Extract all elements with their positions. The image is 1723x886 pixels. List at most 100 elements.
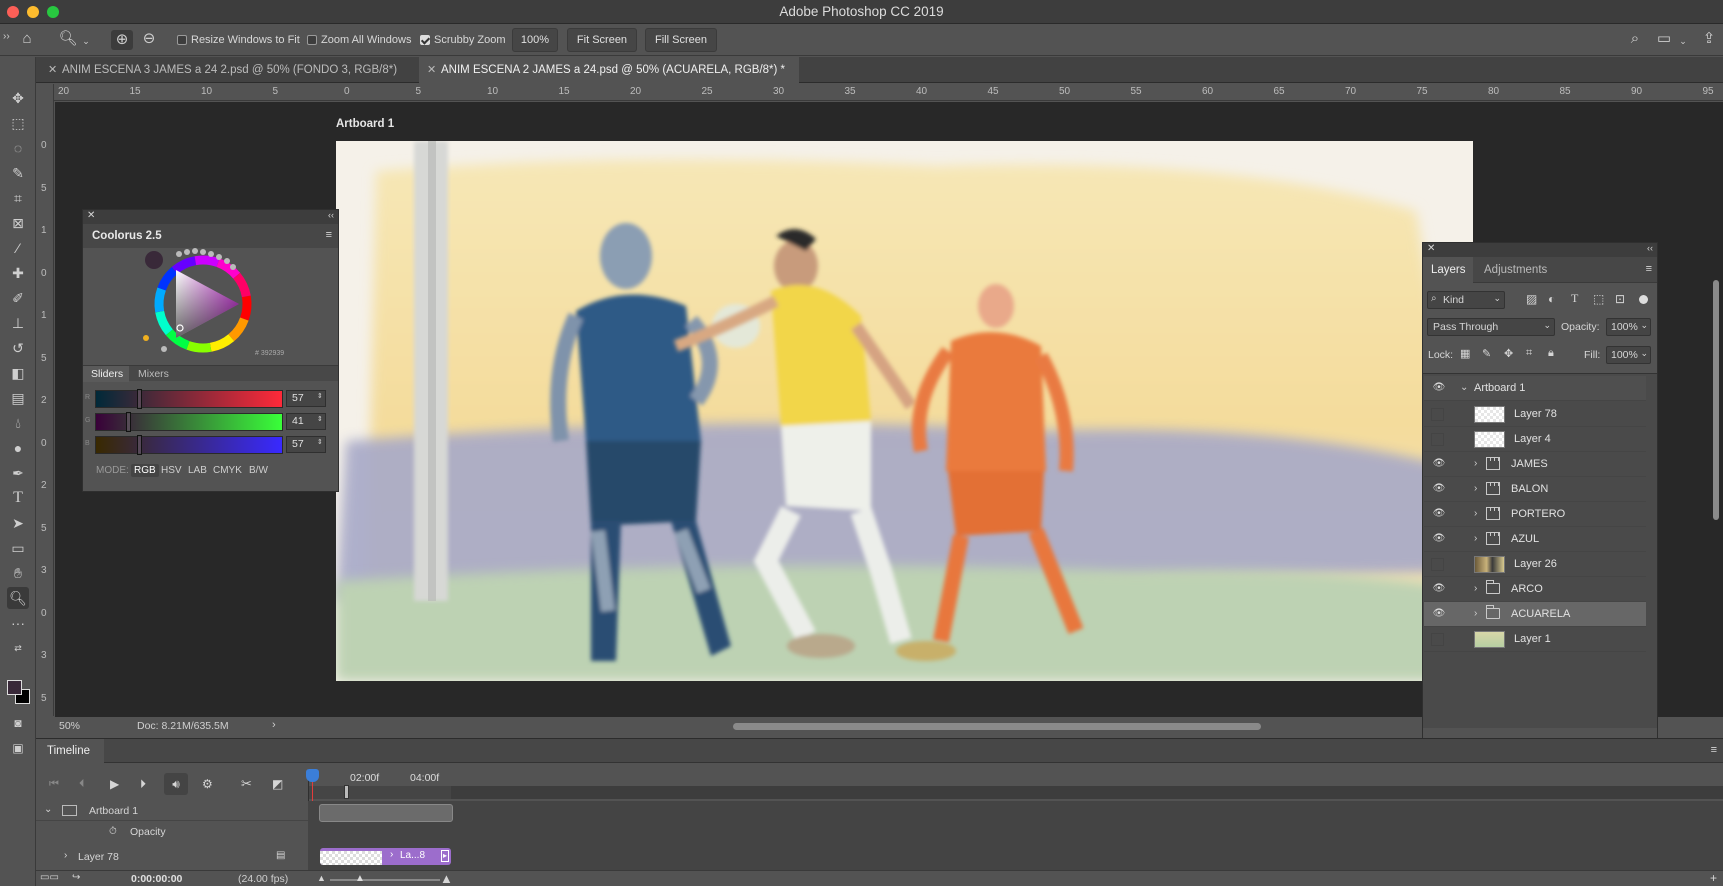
chevron-down-icon[interactable]: ⌄ <box>1460 382 1468 393</box>
chevron-right-icon[interactable]: › <box>1474 458 1477 469</box>
blur-tool-icon[interactable]: 💧︎ <box>7 412 29 434</box>
gradient-tool-icon[interactable]: ▤ <box>7 387 29 409</box>
stepper-b-icon[interactable]: ⇕ <box>317 438 323 446</box>
collapse-panel-icon[interactable]: ‹‹ <box>328 210 334 220</box>
tab-document-escena-2[interactable]: ✕ ANIM ESCENA 2 JAMES a 24.psd @ 50% (AC… <box>419 57 799 83</box>
mode-hsv[interactable]: HSV <box>158 464 185 477</box>
minimize-window-button[interactable] <box>27 6 39 18</box>
visibility-eye-icon[interactable]: 👁︎ <box>1432 382 1446 395</box>
layer-row-portero[interactable]: 👁︎ › PORTERO <box>1424 502 1646 527</box>
visibility-toggle[interactable] <box>1431 558 1444 571</box>
coolorus-panel-header[interactable]: ✕ ‹‹ <box>83 210 338 224</box>
artboard-label[interactable]: Artboard 1 <box>336 118 394 130</box>
visibility-toggle[interactable] <box>1431 433 1444 446</box>
transition-icon[interactable]: ◩ <box>272 777 283 791</box>
next-frame-icon[interactable]: ⏵ <box>140 777 146 792</box>
horizontal-scrollbar[interactable] <box>733 723 1261 730</box>
layers-panel-header[interactable]: ✕ ‹‹ <box>1423 243 1657 257</box>
screen-mode-icon[interactable]: ▣ <box>7 737 29 759</box>
workspace-icon[interactable]: ▭ <box>1654 30 1674 48</box>
history-brush-icon[interactable]: ↺ <box>7 337 29 359</box>
zoom-value-field[interactable]: 100% <box>512 28 558 52</box>
play-icon[interactable]: ▶ <box>110 777 119 791</box>
track-layer-78[interactable]: › Layer 78 ▤ <box>36 845 308 865</box>
eraser-tool-icon[interactable]: ◧ <box>7 362 29 384</box>
render-video-icon[interactable]: ↪ <box>72 872 80 883</box>
filter-smart-object-icon[interactable]: ⊡ <box>1615 292 1625 306</box>
tab-adjustments[interactable]: Adjustments <box>1484 264 1547 276</box>
tab-sliders[interactable]: Sliders <box>83 366 129 382</box>
workspace-chevron-icon[interactable]: ⌄ <box>1678 32 1688 50</box>
stopwatch-icon[interactable]: ⏱ <box>109 826 117 837</box>
scrubby-zoom-option[interactable]: Scrubby Zoom <box>420 32 506 48</box>
close-tab-icon[interactable]: ✕ <box>48 57 57 83</box>
chevron-right-icon[interactable]: › <box>1474 533 1477 544</box>
scrubby-zoom-checkbox[interactable] <box>420 35 430 45</box>
mode-lab[interactable]: LAB <box>185 464 210 477</box>
filter-toggle-icon[interactable] <box>1639 295 1648 304</box>
dodge-tool-icon[interactable]: ● <box>7 437 29 459</box>
layer-row-acuarela[interactable]: 👁︎ › ACUARELA <box>1424 602 1646 627</box>
panel-menu-icon[interactable]: ≡ <box>1646 263 1652 275</box>
slider-r-thumb[interactable] <box>136 389 142 409</box>
zoom-window-button[interactable] <box>47 6 59 18</box>
mode-cmyk[interactable]: CMYK <box>210 464 245 477</box>
close-panel-icon[interactable]: ✕ <box>87 210 95 221</box>
lock-position-icon[interactable]: ✥ <box>1504 347 1513 360</box>
chevron-right-icon[interactable]: › <box>1474 483 1477 494</box>
fit-screen-button[interactable]: Fit Screen <box>567 28 637 52</box>
layer-78-clip[interactable]: › La...8 ▸ <box>320 848 451 865</box>
timeline-zoom-slider[interactable] <box>330 879 440 881</box>
healing-brush-icon[interactable]: ✚ <box>7 262 29 284</box>
home-icon[interactable]: ⌂ <box>17 30 37 48</box>
blend-mode-dropdown[interactable]: Pass Through ⌄ <box>1427 318 1555 336</box>
visibility-toggle[interactable] <box>1431 408 1444 421</box>
visibility-toggle[interactable] <box>1431 633 1444 646</box>
visibility-eye-icon[interactable]: 👁︎ <box>1432 583 1446 596</box>
lock-artboard-icon[interactable]: ⌗ <box>1526 347 1532 360</box>
chevron-right-icon[interactable]: › <box>64 850 67 861</box>
convert-frame-animation-icon[interactable]: ▭▭ <box>40 872 59 883</box>
work-area[interactable] <box>309 786 451 799</box>
time-ruler[interactable]: 02:00f 04:00f <box>308 769 1723 801</box>
opacity-field[interactable]: 100% ⌄ <box>1606 318 1651 336</box>
share-icon[interactable]: ⇪ <box>1699 30 1719 48</box>
layer-row-layer-4[interactable]: Layer 4 <box>1424 427 1646 452</box>
track-artboard-1[interactable]: ⌄ Artboard 1 <box>36 801 308 821</box>
stepper-g-icon[interactable]: ⇕ <box>317 415 323 423</box>
brush-tool-icon[interactable]: ✐ <box>7 287 29 309</box>
zoom-in-icon[interactable]: ⊕ <box>111 30 133 50</box>
settings-gear-icon[interactable]: ⚙ <box>202 777 213 791</box>
zoom-in-mountain-icon[interactable]: ▲ <box>440 871 453 886</box>
layer-row-arco[interactable]: 👁︎ › ARCO <box>1424 577 1646 602</box>
filter-shape-icon[interactable]: ⬚ <box>1593 292 1604 306</box>
path-select-icon[interactable]: ➤ <box>7 512 29 534</box>
zoom-tool-icon[interactable]: 🔍︎ <box>7 587 29 609</box>
chevron-right-icon[interactable]: › <box>1474 583 1477 594</box>
lock-image-icon[interactable]: ✎ <box>1482 347 1491 360</box>
rectangle-tool-icon[interactable]: ▭ <box>7 537 29 559</box>
slider-g[interactable] <box>95 412 283 432</box>
panel-menu-icon[interactable]: ≡ <box>1711 744 1717 756</box>
tab-timeline[interactable]: Timeline <box>36 739 104 763</box>
quick-select-tool-icon[interactable]: ✎ <box>7 162 29 184</box>
vertical-scrollbar[interactable] <box>1713 280 1719 520</box>
zoom-all-option[interactable]: Zoom All Windows <box>307 32 411 48</box>
fill-screen-button[interactable]: Fill Screen <box>645 28 717 52</box>
collapse-panel-icon[interactable]: ‹‹ <box>1647 243 1653 253</box>
lasso-tool-icon[interactable]: ◌ <box>7 137 29 159</box>
status-chevron-icon[interactable]: › <box>272 719 276 731</box>
artboard-image[interactable] <box>336 141 1473 681</box>
mode-bw[interactable]: B/W <box>246 464 271 477</box>
zoom-out-mountain-icon[interactable]: ▲ <box>317 873 326 883</box>
fill-field[interactable]: 100% ⌄ <box>1606 346 1651 364</box>
track-opacity[interactable]: ⏱ Opacity <box>36 822 308 842</box>
chevron-down-icon[interactable]: ⌄ <box>44 804 52 815</box>
hand-tool-icon[interactable]: ✋︎ <box>7 562 29 584</box>
visibility-eye-icon[interactable]: 👁︎ <box>1432 508 1446 521</box>
crop-tool-icon[interactable]: ⌗ <box>7 187 29 209</box>
tab-mixers[interactable]: Mixers <box>138 368 169 380</box>
zoom-level-text[interactable]: 50% <box>59 720 80 732</box>
artboard-clip[interactable] <box>319 804 453 822</box>
tab-layers[interactable]: Layers <box>1423 257 1473 283</box>
